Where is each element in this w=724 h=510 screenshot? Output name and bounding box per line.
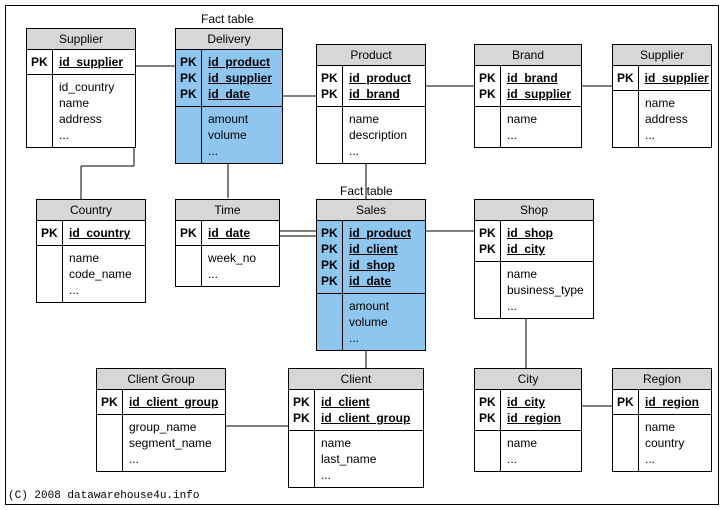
table-title: Brand: [475, 45, 581, 66]
fact-table-label-top: Fact table: [201, 12, 254, 26]
table-supplier-right: Supplier PK id_supplier name address ...: [612, 44, 712, 148]
table-city: City PK PK id_city id_region name ...: [474, 368, 582, 472]
fact-table-label-mid: Fact table: [340, 184, 393, 198]
table-title: Shop: [475, 200, 593, 221]
table-title: Delivery: [176, 29, 282, 50]
table-country: Country PK id_country name code_name ...: [36, 199, 146, 303]
table-client-group: Client Group PK id_client_group group_na…: [96, 368, 226, 472]
table-title: Supplier: [27, 29, 135, 50]
table-title: Client: [289, 369, 423, 390]
table-title: Country: [37, 200, 145, 221]
table-client: Client PK PK id_client id_client_group n…: [288, 368, 424, 488]
copyright: (C) 2008 datawarehouse4u.info: [8, 490, 199, 502]
table-sales: Sales PK PK PK PK id_product id_client i…: [316, 199, 426, 351]
table-delivery: Delivery PK PK PK id_product id_supplier…: [175, 28, 283, 164]
table-brand: Brand PK PK id_brand id_supplier name ..…: [474, 44, 582, 148]
table-product: Product PK PK id_product id_brand name d…: [316, 44, 426, 164]
diagram-frame: Fact table Fact table Supplier PK id_sup…: [5, 5, 719, 505]
table-region: Region PK id_region name country ...: [612, 368, 712, 472]
table-shop: Shop PK PK id_shop id_city name business…: [474, 199, 594, 319]
table-title: Product: [317, 45, 425, 66]
table-title: Time: [176, 200, 279, 221]
table-title: Region: [613, 369, 711, 390]
table-title: City: [475, 369, 581, 390]
table-title: Supplier: [613, 45, 711, 66]
table-title: Client Group: [97, 369, 225, 390]
table-time: Time PK id_date week_no ...: [175, 199, 280, 287]
table-title: Sales: [317, 200, 425, 221]
table-supplier-left: Supplier PK id_supplier id_country name …: [26, 28, 136, 148]
